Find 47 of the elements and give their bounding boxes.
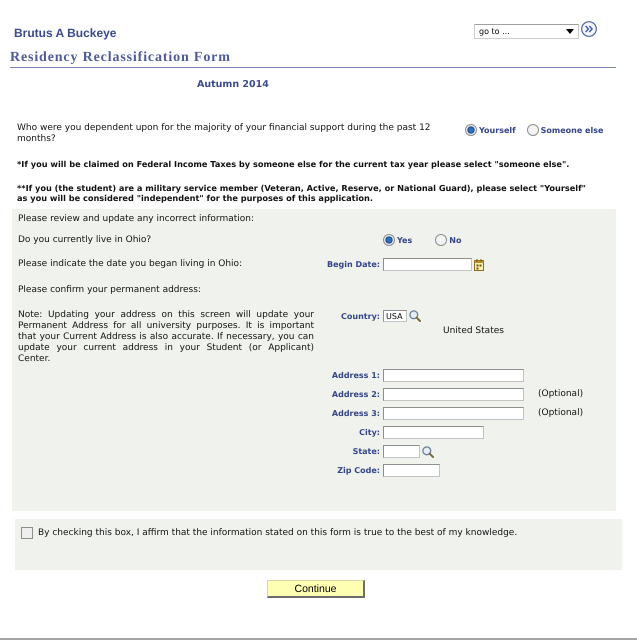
- optional-note: (Optional): [538, 408, 584, 419]
- radio-button[interactable]: [435, 234, 448, 246]
- radio-button[interactable]: [526, 124, 539, 136]
- note-text: Note: Updating your address on this screen will update your Permanent Address for all university purposes. It is important that your Current Address is also accurate. If necessary, you can update your current address in your Student (or Applicant) Center.: [18, 310, 314, 365]
- question-text: Who were you dependent upon for the majority of your financial support during the past 12 months?: [17, 123, 431, 144]
- address-input[interactable]: [383, 407, 524, 420]
- city-input[interactable]: [383, 426, 484, 439]
- radio-button[interactable]: [465, 124, 477, 136]
- field-label: Address 2:: [332, 389, 380, 400]
- country-input[interactable]: USA: [383, 310, 407, 322]
- field-label: Begin Date:: [327, 259, 380, 270]
- calendar-icon[interactable]: [474, 258, 484, 270]
- double-chevron-icon[interactable]: [581, 21, 597, 37]
- affirmation-text: By checking this box, I affirm that the information stated on this form is true to the best of my knowledge.: [38, 527, 518, 539]
- instruction-text: Please review and update any incorrect information:: [18, 214, 254, 225]
- field-label: State:: [352, 446, 380, 457]
- user-name: Brutus A Buckeye: [14, 26, 116, 40]
- checkbox[interactable]: [21, 527, 33, 539]
- goto-dropdown[interactable]: go to ...: [474, 24, 579, 39]
- search-icon[interactable]: [422, 446, 434, 458]
- continue-button[interactable]: Continue: [267, 580, 365, 598]
- field-label: City:: [359, 427, 380, 438]
- radio-label[interactable]: Yes: [397, 234, 412, 246]
- field-label: Address 1:: [332, 370, 380, 381]
- form-title: Residency Reclassification Form: [10, 50, 231, 66]
- question-text: Do you currently live in Ohio?: [18, 234, 152, 244]
- field-label: Country:: [341, 310, 380, 322]
- field-label: Address 3:: [332, 408, 380, 419]
- radio-button[interactable]: [383, 234, 395, 246]
- radio-label[interactable]: Someone else: [540, 124, 604, 136]
- instruction-text: Please confirm your permanent address:: [18, 285, 201, 296]
- radio-label[interactable]: Yourself: [479, 124, 516, 136]
- address-input[interactable]: [383, 369, 524, 382]
- instruction-text: **If you (the student) are a military service member (Veteran, Active, Reserve, or National Guard), please select "Yourself" as you will be considered "independent" for the purposes of this application.: [17, 183, 587, 203]
- field-label: Zip Code:: [337, 465, 380, 476]
- radio-label[interactable]: No: [449, 234, 462, 246]
- zip-code-input[interactable]: [383, 464, 440, 477]
- instruction-text: *If you will be claimed on Federal Income Taxes by someone else for the current tax year please select "someone else".: [17, 159, 570, 169]
- address-input[interactable]: [383, 388, 524, 401]
- country-name: United States: [443, 326, 504, 337]
- optional-note: (Optional): [538, 389, 584, 400]
- instruction-text: Please indicate the date you began living in Ohio:: [18, 259, 242, 269]
- search-icon[interactable]: [409, 310, 421, 322]
- state-input[interactable]: [383, 445, 420, 458]
- date-input[interactable]: [383, 258, 472, 271]
- term-heading: Autumn 2014: [197, 79, 269, 91]
- caret-icon: [566, 29, 574, 34]
